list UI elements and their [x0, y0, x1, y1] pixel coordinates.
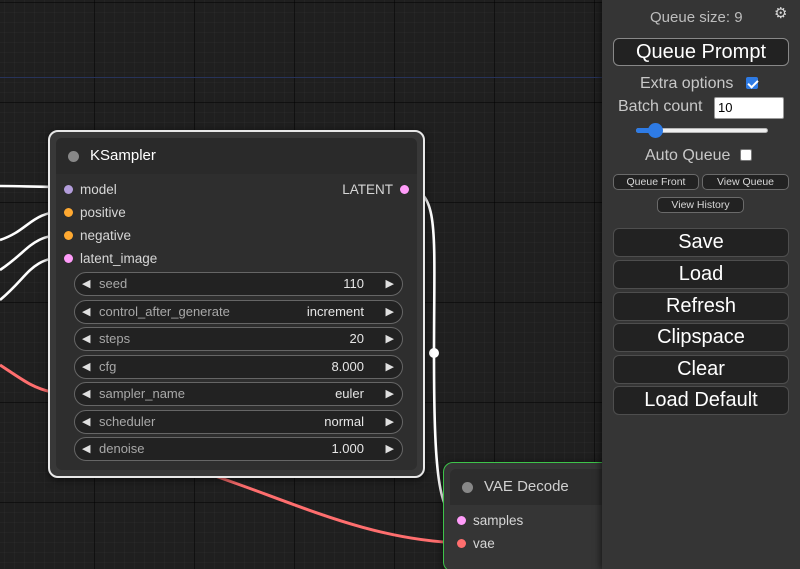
widget-label: denoise: [99, 441, 145, 456]
widget-denoise[interactable]: ◀ denoise 1.000 ▶: [74, 437, 403, 461]
widget-label: seed: [99, 276, 128, 291]
refresh-button[interactable]: Refresh: [613, 292, 789, 321]
extra-options-label: Extra options: [640, 75, 734, 92]
decrement-arrow-icon[interactable]: ◀: [82, 438, 90, 460]
slot-label: positive: [80, 205, 126, 220]
input-slot-latent-image[interactable]: latent_image: [64, 251, 158, 267]
clipspace-button[interactable]: Clipspace: [613, 323, 789, 352]
output-slot-latent[interactable]: LATENT: [342, 182, 409, 198]
input-slot-samples[interactable]: samples: [457, 513, 524, 529]
auto-queue-label: Auto Queue: [645, 147, 731, 164]
clear-button[interactable]: Clear: [613, 355, 789, 384]
input-slot-negative[interactable]: negative: [64, 228, 132, 244]
slot-label: model: [80, 182, 117, 197]
widget-value: 110: [343, 276, 364, 291]
widget-sampler-name[interactable]: ◀ sampler_name euler ▶: [74, 382, 403, 406]
widget-steps[interactable]: ◀ steps 20 ▶: [74, 327, 403, 351]
increment-arrow-icon[interactable]: ▶: [386, 301, 394, 323]
auto-queue-checkbox[interactable]: [740, 149, 752, 161]
link-vae-lower: [214, 474, 462, 545]
batch-count-input[interactable]: 10: [714, 97, 784, 119]
slot-label: vae: [473, 536, 495, 551]
gear-icon[interactable]: ⚙: [774, 6, 788, 21]
batch-count-slider[interactable]: [636, 123, 768, 138]
widget-label: cfg: [99, 359, 117, 374]
widget-label: sampler_name: [99, 386, 185, 401]
pin-icon[interactable]: [64, 254, 73, 263]
decrement-arrow-icon[interactable]: ◀: [82, 356, 90, 378]
link-midpoint: [429, 348, 439, 358]
widget-cfg[interactable]: ◀ cfg 8.000 ▶: [74, 355, 403, 379]
widget-scheduler[interactable]: ◀ scheduler normal ▶: [74, 410, 403, 434]
decrement-arrow-icon[interactable]: ◀: [82, 383, 90, 405]
vae-decode-node[interactable]: VAE Decode samples vae: [443, 462, 602, 569]
widget-value: euler: [335, 386, 364, 401]
widget-value: normal: [324, 414, 364, 429]
queue-prompt-button[interactable]: Queue Prompt: [613, 38, 789, 66]
view-queue-button[interactable]: View Queue: [702, 174, 789, 190]
slot-label: negative: [80, 228, 132, 243]
increment-arrow-icon[interactable]: ▶: [386, 328, 394, 350]
ksampler-body: KSampler model positive negative latent_…: [56, 138, 417, 470]
pin-icon[interactable]: [457, 539, 466, 548]
increment-arrow-icon[interactable]: ▶: [386, 273, 394, 295]
pin-icon[interactable]: [64, 185, 73, 194]
widget-value: 8.000: [331, 359, 364, 374]
node-title: VAE Decode: [484, 478, 569, 495]
widget-control-after-generate[interactable]: ◀ control_after_generate increment ▶: [74, 300, 403, 324]
load-button[interactable]: Load: [613, 260, 789, 289]
widget-value: 20: [349, 331, 364, 346]
batch-count-label: Batch count: [618, 98, 703, 115]
queue-front-button[interactable]: Queue Front: [613, 174, 699, 190]
widget-seed[interactable]: ◀ seed 110 ▶: [74, 272, 403, 296]
collapse-dot-icon[interactable]: [462, 482, 473, 493]
pin-icon[interactable]: [400, 185, 409, 194]
decrement-arrow-icon[interactable]: ◀: [82, 273, 90, 295]
queue-menu: Queue size: 9 ⚙ Queue Prompt Extra optio…: [602, 0, 800, 569]
input-slot-positive[interactable]: positive: [64, 205, 126, 221]
increment-arrow-icon[interactable]: ▶: [386, 383, 394, 405]
increment-arrow-icon[interactable]: ▶: [386, 438, 394, 460]
queue-size-label: Queue size: 9: [650, 9, 743, 26]
pin-icon[interactable]: [64, 231, 73, 240]
pin-icon[interactable]: [64, 208, 73, 217]
link-vae-upper: [0, 363, 53, 394]
widget-value: 1.000: [331, 441, 364, 456]
decrement-arrow-icon[interactable]: ◀: [82, 411, 90, 433]
ksampler-title-bar[interactable]: KSampler: [56, 138, 417, 174]
view-history-button[interactable]: View History: [657, 197, 744, 213]
widget-label: control_after_generate: [99, 304, 230, 319]
extra-options-checkbox[interactable]: [746, 77, 758, 89]
slot-label: LATENT: [342, 182, 393, 197]
input-slot-vae[interactable]: vae: [457, 536, 495, 552]
decrement-arrow-icon[interactable]: ◀: [82, 328, 90, 350]
node-canvas[interactable]: KSampler model positive negative latent_…: [0, 0, 602, 569]
slot-label: latent_image: [80, 251, 158, 266]
save-button[interactable]: Save: [613, 228, 789, 257]
widget-label: scheduler: [99, 414, 156, 429]
decrement-arrow-icon[interactable]: ◀: [82, 301, 90, 323]
slider-thumb[interactable]: [647, 123, 663, 138]
vae-decode-title-bar[interactable]: VAE Decode: [450, 469, 602, 505]
pin-icon[interactable]: [457, 516, 466, 525]
increment-arrow-icon[interactable]: ▶: [386, 356, 394, 378]
load-default-button[interactable]: Load Default: [613, 386, 789, 415]
widget-label: steps: [99, 331, 131, 346]
input-slot-model[interactable]: model: [64, 182, 117, 198]
slot-label: samples: [473, 513, 524, 528]
ksampler-node[interactable]: KSampler model positive negative latent_…: [48, 130, 425, 478]
collapse-dot-icon[interactable]: [68, 151, 79, 162]
increment-arrow-icon[interactable]: ▶: [386, 411, 394, 433]
widget-value: increment: [306, 304, 364, 319]
node-title: KSampler: [90, 147, 156, 164]
